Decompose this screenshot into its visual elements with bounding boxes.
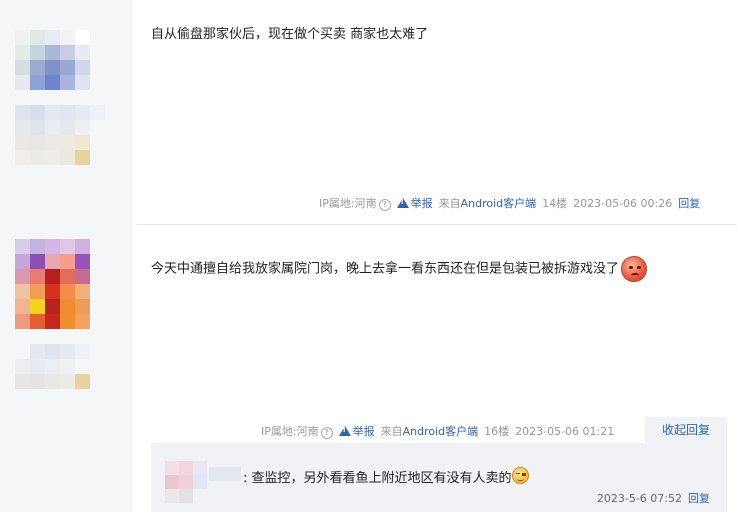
avatar[interactable] bbox=[15, 239, 105, 389]
warning-icon bbox=[338, 426, 351, 436]
post-content: 自从偷盘那家伙后，现在做个买卖 商家也太难了 bbox=[151, 23, 428, 42]
floor-number: 14楼 bbox=[542, 197, 568, 210]
question-icon[interactable]: ? bbox=[378, 199, 391, 211]
sub-reply-button[interactable]: 回复 bbox=[688, 492, 710, 505]
sub-reply-meta: 2023-5-6 07:52 回复 bbox=[597, 490, 710, 506]
question-icon[interactable]: ? bbox=[320, 427, 333, 439]
warning-icon bbox=[396, 198, 409, 208]
post-meta: IP属地:河南? 举报 来自Android客户端 16楼 2023-05-06 … bbox=[261, 423, 614, 439]
ip-location: IP属地:河南? bbox=[319, 195, 391, 211]
username-blur[interactable] bbox=[209, 467, 241, 481]
avatar[interactable] bbox=[15, 30, 105, 165]
client-link[interactable]: Android客户端 bbox=[403, 425, 479, 438]
ip-location: IP属地:河南? bbox=[261, 423, 333, 439]
sub-reply-avatar[interactable] bbox=[165, 461, 207, 503]
source: 来自Android客户端 bbox=[380, 425, 479, 438]
post-text: 自从偷盘那家伙后，现在做个买卖 商家也太难了 bbox=[151, 27, 429, 42]
post-text: 今天中通擅自给我放家属院门岗，晚上去拿一看东西还在但是包装已被拆游戏没了 bbox=[151, 261, 620, 277]
reply-button[interactable]: 回复 bbox=[678, 195, 700, 211]
collapse-reply-button[interactable]: 收起回复 bbox=[645, 417, 727, 443]
post-divider bbox=[137, 224, 737, 225]
smirk-face-emoji-icon bbox=[511, 467, 529, 484]
angry-face-emoji-icon bbox=[621, 256, 648, 282]
source: 来自Android客户端 bbox=[438, 197, 537, 210]
report-button[interactable]: 举报 bbox=[396, 195, 433, 211]
sub-reply-text: : 查监控，另外看看鱼上附近地区有没有人卖的 bbox=[243, 471, 512, 486]
sub-reply-datetime: 2023-5-6 07:52 bbox=[596, 492, 682, 505]
post-meta: IP属地:河南? 举报 来自Android客户端 14楼 2023-05-06 … bbox=[319, 195, 700, 211]
post-datetime: 2023-05-06 00:26 bbox=[573, 196, 673, 210]
sub-reply-content: : 查监控，另外看看鱼上附近地区有没有人卖的 bbox=[243, 467, 529, 486]
sub-reply: : 查监控，另外看看鱼上附近地区有没有人卖的 2023-5-6 07:52 回复 bbox=[151, 443, 727, 512]
report-button[interactable]: 举报 bbox=[338, 423, 375, 439]
post-content: 今天中通擅自给我放家属院门岗，晚上去拿一看东西还在但是包装已被拆游戏没了 bbox=[151, 256, 648, 282]
client-link[interactable]: Android客户端 bbox=[461, 197, 537, 210]
post-datetime: 2023-05-06 01:21 bbox=[515, 424, 615, 438]
floor-number: 16楼 bbox=[484, 425, 510, 438]
